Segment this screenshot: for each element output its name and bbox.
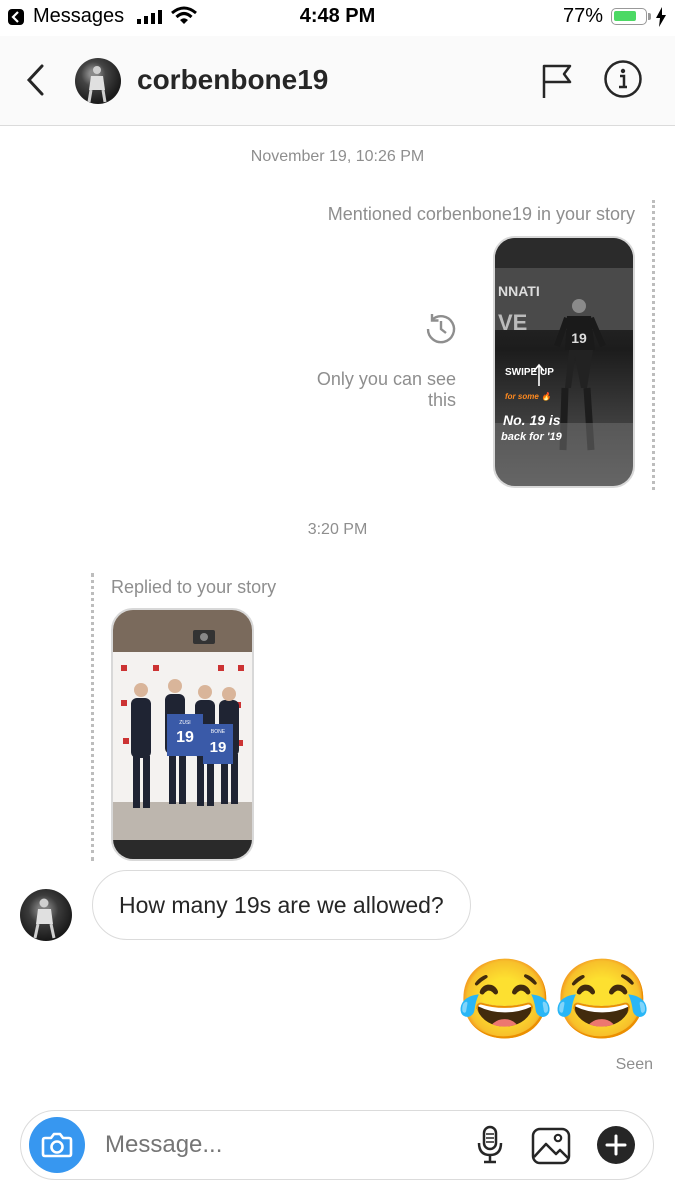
battery-percent: 77%: [563, 5, 604, 27]
charging-icon: [655, 7, 667, 32]
story-mention-divider: [652, 200, 655, 490]
chat-header: corbenbone19: [0, 36, 675, 126]
seen-status: Seen: [615, 1056, 653, 1073]
svg-text:ZUSI: ZUSI: [179, 720, 190, 726]
timestamp: 3:20 PM: [307, 521, 368, 538]
story-thumbnail-reply[interactable]: 19 19 ZUSI BONE: [111, 608, 254, 861]
svg-text:VE: VE: [498, 310, 527, 335]
svg-text:NNATI: NNATI: [498, 283, 540, 299]
story-reply-divider: [91, 573, 94, 861]
message-composer: [20, 1110, 654, 1180]
flag-icon[interactable]: [541, 62, 573, 105]
only-you-note: Only you can see this: [316, 369, 456, 410]
battery-icon: [611, 8, 647, 25]
svg-text:19: 19: [210, 739, 227, 756]
mention-label: Mentioned corbenbone19 in your story: [327, 204, 635, 224]
history-icon: [423, 311, 459, 352]
camera-icon[interactable]: [29, 1117, 85, 1173]
replied-label: Replied to your story: [111, 577, 277, 597]
story-swipe-text: SWIPE UP: [505, 367, 554, 378]
story-thumbnail-mention[interactable]: NNATI VE 19 SWIPE UP for some 🔥 No. 19 i…: [493, 236, 635, 488]
story-caption-line2: back for '19: [501, 431, 563, 443]
avatar[interactable]: [20, 889, 72, 941]
plus-icon[interactable]: [597, 1126, 635, 1164]
back-chevron-icon[interactable]: [24, 62, 46, 103]
microphone-icon[interactable]: [475, 1125, 505, 1170]
chat-username[interactable]: corbenbone19: [137, 64, 328, 96]
sent-emoji-message[interactable]: 😂😂: [457, 960, 651, 1038]
info-icon[interactable]: [603, 59, 643, 104]
svg-text:19: 19: [176, 729, 194, 746]
battery-fill: [614, 11, 636, 21]
received-message-text: How many 19s are we allowed?: [119, 891, 444, 918]
story-forsome-text: for some 🔥: [505, 391, 552, 401]
message-input[interactable]: [105, 1131, 405, 1159]
received-message-bubble[interactable]: How many 19s are we allowed?: [92, 870, 471, 940]
battery-tip: [648, 13, 651, 20]
timestamp: November 19, 10:26 PM: [250, 148, 425, 165]
svg-text:19: 19: [571, 330, 587, 346]
avatar[interactable]: [75, 58, 121, 104]
story-caption-line1: No. 19 is: [503, 412, 561, 428]
status-bar: Messages 4:48 PM 77%: [0, 0, 675, 36]
svg-text:BONE: BONE: [211, 729, 226, 735]
gallery-icon[interactable]: [531, 1127, 571, 1170]
